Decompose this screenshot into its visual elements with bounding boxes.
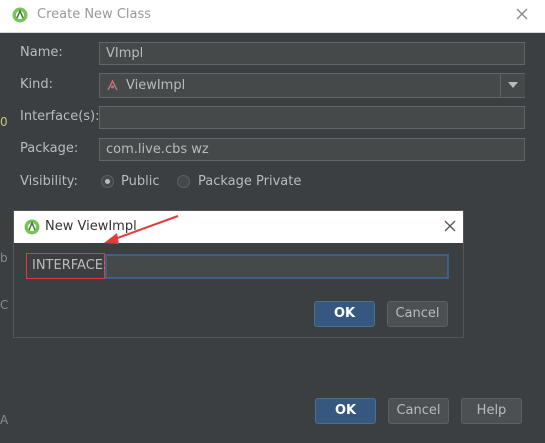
interface-input[interactable] [106, 255, 448, 278]
close-icon[interactable] [442, 218, 458, 234]
name-input[interactable]: VImpl [99, 42, 525, 65]
public-radio[interactable] [101, 175, 114, 188]
dialog-ok-button[interactable]: OK [314, 301, 375, 327]
public-radio-label[interactable]: Public [121, 174, 159, 189]
class-kind-icon [107, 79, 118, 91]
dialog-cancel-button[interactable]: Cancel [387, 301, 448, 327]
android-studio-logo-icon [12, 7, 28, 23]
interface-label: INTERFACE: [32, 258, 108, 273]
kind-dropdown-button[interactable] [500, 74, 525, 97]
package-input[interactable]: com.live.cbs wz [99, 138, 525, 161]
kind-label: Kind: [20, 77, 54, 92]
android-studio-logo-icon [24, 219, 40, 235]
edge-glyph: A [0, 413, 9, 427]
new-viewimpl-dialog: New ViewImpl INTERFACE: OK Cancel [13, 210, 464, 338]
dialog-title: New ViewImpl [45, 219, 137, 234]
package-private-radio[interactable] [177, 175, 190, 188]
edge-glyph: C [0, 298, 9, 312]
interfaces-label: Interface(s): [20, 109, 100, 124]
kind-select[interactable]: ViewImpl [99, 73, 525, 98]
package-label: Package: [20, 141, 79, 156]
package-private-radio-label[interactable]: Package Private [198, 174, 301, 189]
interfaces-input[interactable] [99, 106, 525, 129]
ok-button[interactable]: OK [315, 398, 376, 424]
window-title: Create New Class [37, 7, 152, 22]
edge-glyph: 0 [0, 115, 8, 129]
help-button[interactable]: Help [461, 398, 522, 424]
edge-glyph: b [0, 251, 8, 265]
kind-value: ViewImpl [126, 78, 186, 93]
cancel-button[interactable]: Cancel [388, 398, 449, 424]
name-label: Name: [20, 45, 63, 60]
close-icon[interactable] [514, 6, 530, 22]
chevron-down-icon [508, 82, 518, 88]
visibility-label: Visibility: [20, 174, 78, 189]
